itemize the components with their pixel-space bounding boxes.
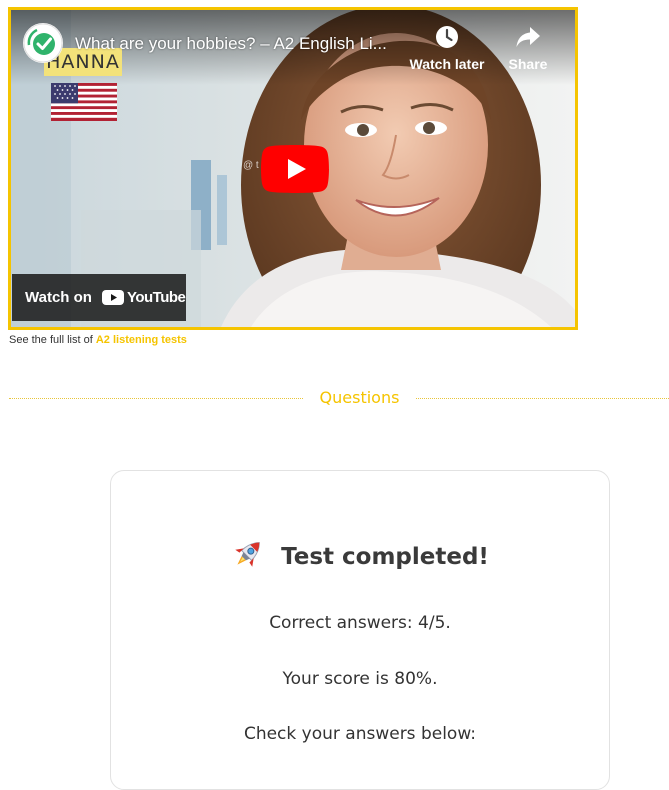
questions-divider: Questions bbox=[9, 388, 669, 408]
correct-answers-text: Correct answers: 4/5. bbox=[269, 613, 451, 633]
share-label: Share bbox=[508, 56, 548, 72]
youtube-logo: YouTube bbox=[101, 289, 186, 306]
watch-later-button[interactable]: Watch later bbox=[407, 24, 487, 72]
rocket-icon bbox=[231, 537, 265, 577]
share-arrow-icon bbox=[488, 24, 568, 50]
full-list-prefix: See the full list of bbox=[9, 334, 93, 346]
score-text: Your score is 80%. bbox=[282, 669, 438, 689]
full-list-line: See the full list of A2 listening tests bbox=[9, 334, 187, 346]
youtube-label: YouTube bbox=[126, 289, 186, 306]
channel-logo-icon[interactable] bbox=[23, 23, 63, 63]
clock-icon bbox=[407, 24, 487, 50]
youtube-logo-icon bbox=[101, 290, 124, 305]
share-button[interactable]: Share bbox=[488, 24, 568, 72]
divider-line-left bbox=[9, 398, 303, 399]
watch-on-label: Watch on bbox=[25, 289, 92, 306]
check-answers-text: Check your answers below: bbox=[243, 724, 477, 744]
play-button[interactable] bbox=[261, 145, 329, 193]
usa-flag-icon bbox=[51, 83, 117, 121]
video-embed[interactable]: HANNA What are your hobbies? – A2 Englis… bbox=[8, 7, 578, 330]
video-title[interactable]: What are your hobbies? – A2 English Li..… bbox=[75, 34, 405, 54]
result-card: Test completed! Correct answers: 4/5. Yo… bbox=[110, 470, 610, 790]
divider-line-right bbox=[416, 398, 669, 399]
watch-on-youtube-button[interactable]: Watch on YouTube bbox=[12, 274, 186, 321]
questions-heading: Questions bbox=[319, 388, 400, 407]
result-title: Test completed! bbox=[281, 544, 489, 570]
watch-later-label: Watch later bbox=[409, 56, 485, 72]
play-icon bbox=[261, 145, 329, 193]
result-heading: Test completed! bbox=[111, 537, 609, 577]
a2-listening-tests-link[interactable]: A2 listening tests bbox=[96, 334, 187, 346]
